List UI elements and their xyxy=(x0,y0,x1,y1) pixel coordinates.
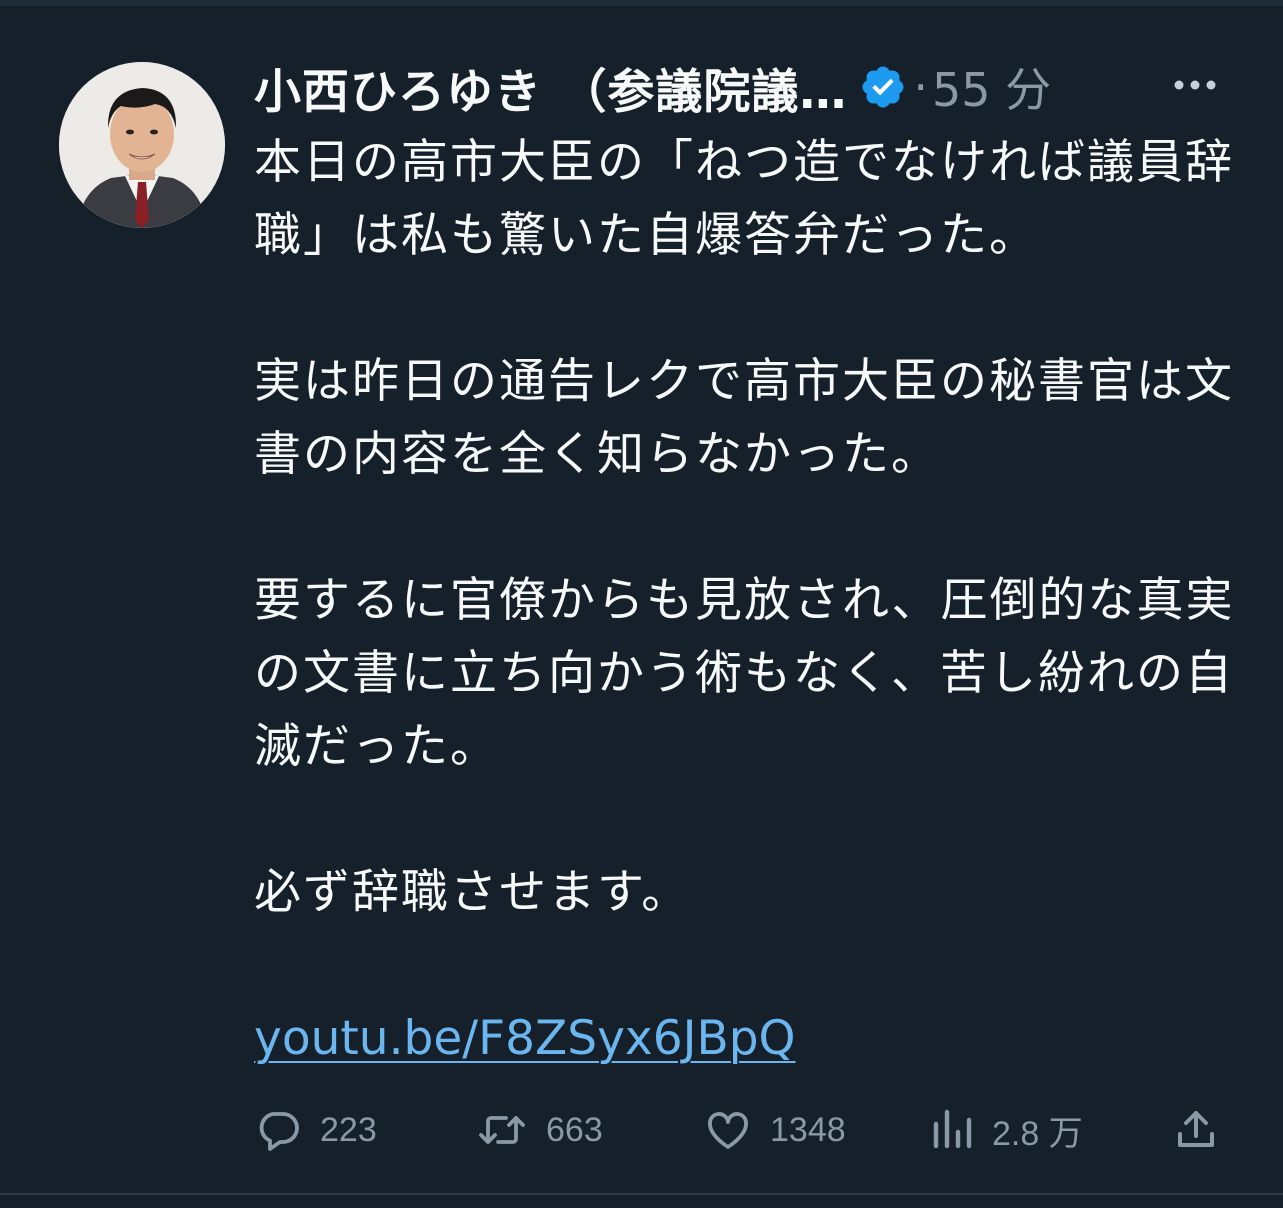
tweet-paragraph: 必ず辞職させます。 xyxy=(254,865,691,920)
more-dots-icon[interactable] xyxy=(1170,60,1220,110)
reply-button[interactable]: 223 xyxy=(254,1100,377,1160)
retweet-count: 663 xyxy=(546,1110,603,1149)
retweet-arrows-icon xyxy=(479,1116,525,1144)
tweet-link[interactable]: youtu.be/F8ZSyx6JBpQ xyxy=(254,1011,796,1066)
action-bar: 223 663 1348 2.8 万 xyxy=(0,1100,1283,1160)
retweet-button[interactable]: 663 xyxy=(476,1100,603,1160)
heart-icon xyxy=(708,1112,748,1149)
bottom-divider xyxy=(0,1193,1283,1195)
share-button[interactable] xyxy=(1172,1100,1220,1160)
separator-dot: · xyxy=(913,60,928,114)
like-count: 1348 xyxy=(770,1110,846,1149)
bar-chart-icon xyxy=(933,1109,972,1149)
avatar-photo xyxy=(59,62,225,228)
reply-bubble-icon xyxy=(259,1112,299,1151)
tweet-text: 本日の高市大臣の「ねつ造でなければ議員辞職」は私も驚いた自爆答弁だった。 実は昨… xyxy=(254,126,1244,1075)
views-button[interactable]: 2.8 万 xyxy=(930,1100,1083,1160)
tweet-header: 小西ひろゆき （参議院議… · 55 分 xyxy=(254,52,1234,122)
avatar[interactable] xyxy=(59,62,225,228)
display-name[interactable]: 小西ひろゆき （参議院議… xyxy=(254,53,847,122)
views-count: 2.8 万 xyxy=(992,1114,1083,1153)
like-button[interactable]: 1348 xyxy=(704,1100,846,1160)
timestamp[interactable]: 55 分 xyxy=(932,54,1051,120)
tweet-paragraph: 本日の高市大臣の「ねつ造でなければ議員辞職」は私も驚いた自爆答弁だった。 xyxy=(254,135,1234,263)
share-upload-icon xyxy=(1178,1111,1214,1147)
verified-badge-icon xyxy=(859,63,907,111)
reply-count: 223 xyxy=(320,1110,377,1149)
top-divider xyxy=(0,0,1283,6)
tweet-paragraph: 要するに官僚からも見放され、圧倒的な真実の文書に立ち向かう術もなく、苦し紛れの自… xyxy=(254,573,1235,774)
tweet-paragraph: 実は昨日の通告レクで高市大臣の秘書官は文書の内容を全く知らなかった。 xyxy=(254,354,1234,482)
